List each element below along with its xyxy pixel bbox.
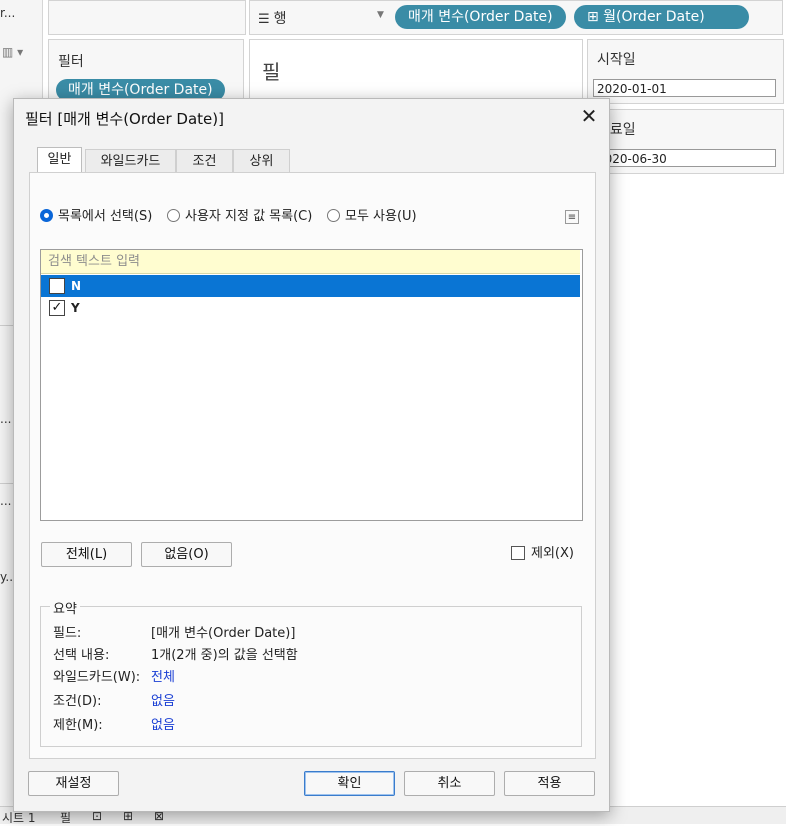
- tab-general[interactable]: 일반: [37, 147, 82, 172]
- radio-dot: [327, 209, 340, 222]
- select-all-button[interactable]: 전체(L): [41, 542, 132, 567]
- filter-dialog: 필터 [매개 변수(Order Date)] ✕ 일반 와일드카드 조건 상위 …: [13, 98, 610, 812]
- start-date-title: 시작일: [597, 52, 636, 68]
- columns-shelf: [48, 0, 246, 35]
- limit-link[interactable]: 없음: [151, 717, 175, 735]
- left-pane-item[interactable]: r...: [0, 6, 15, 20]
- tab-top[interactable]: 상위: [233, 149, 290, 172]
- radio-dot: [40, 209, 53, 222]
- select-none-button[interactable]: 없음(O): [141, 542, 232, 567]
- rows-icon: ☰: [258, 12, 270, 27]
- radio-dot: [167, 209, 180, 222]
- close-icon[interactable]: ✕: [578, 105, 600, 127]
- left-pane-item[interactable]: ...: [0, 494, 11, 508]
- rows-pill-parameter[interactable]: 매개 변수(Order Date): [395, 5, 566, 29]
- view-canvas: 필: [249, 39, 583, 101]
- checkbox-y[interactable]: ✓: [49, 300, 65, 316]
- summary-group: 요약 필드: [매개 변수(Order Date)] 선택 내용: 1개(2개 중)…: [40, 598, 582, 747]
- sheet-title: 필: [262, 60, 281, 84]
- reset-button[interactable]: 재설정: [28, 771, 119, 796]
- list-item-n[interactable]: N: [41, 275, 580, 297]
- radio-select-from-list[interactable]: 목록에서 선택(S): [40, 208, 152, 226]
- wildcard-link[interactable]: 전체: [151, 669, 175, 687]
- value-list: 검색 텍스트 입력 N ✓ Y: [40, 249, 583, 521]
- condition-link[interactable]: 없음: [151, 693, 175, 711]
- list-item-y[interactable]: ✓ Y: [41, 297, 580, 319]
- exclude-checkbox[interactable]: 제외(X): [511, 546, 574, 562]
- apply-button[interactable]: 적용: [504, 771, 595, 796]
- filters-card: 필터 매개 변수(Order Date): [48, 39, 244, 101]
- list-options-menu-icon[interactable]: ≡: [565, 210, 579, 224]
- rows-shelf[interactable]: ☰ 행 ▼ 매개 변수(Order Date) ⊞ 월(Order Date): [249, 0, 783, 35]
- left-pane-item[interactable]: ...: [0, 412, 11, 426]
- filters-title: 필터: [58, 54, 84, 70]
- search-input[interactable]: 검색 텍스트 입력: [41, 250, 580, 274]
- rows-pill-month[interactable]: ⊞ 월(Order Date): [574, 5, 749, 29]
- tab-condition[interactable]: 조건: [176, 149, 233, 172]
- radio-use-all[interactable]: 모두 사용(U): [327, 208, 417, 226]
- radio-custom-value-list[interactable]: 사용자 지정 값 목록(C): [167, 208, 312, 226]
- cancel-button[interactable]: 취소: [404, 771, 495, 796]
- start-date-card: 시작일 2020-01-01: [587, 39, 784, 104]
- left-pane-view-toggle[interactable]: ▥ ▾: [2, 45, 23, 59]
- chevron-down-icon[interactable]: ▼: [377, 10, 384, 20]
- dialog-title: 필터 [매개 변수(Order Date)]: [25, 110, 224, 128]
- summary-title: 요약: [50, 598, 80, 617]
- exclude-box: [511, 546, 525, 560]
- ok-button[interactable]: 확인: [304, 771, 395, 796]
- start-date-input[interactable]: 2020-01-01: [593, 79, 776, 97]
- rows-shelf-label: ☰ 행: [258, 11, 287, 27]
- tab-wildcard[interactable]: 와일드카드: [85, 149, 176, 172]
- end-date-card: 종료일 2020-06-30: [587, 109, 784, 174]
- checkbox-n[interactable]: [49, 278, 65, 294]
- end-date-input[interactable]: 2020-06-30: [593, 149, 776, 167]
